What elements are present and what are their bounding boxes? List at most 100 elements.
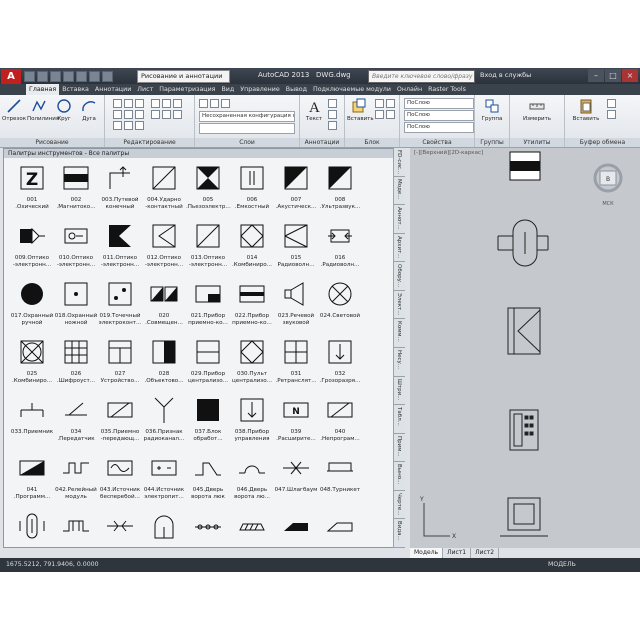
create-block-icon[interactable] bbox=[375, 99, 384, 108]
palette-tool[interactable]: 044.Источник электропит... bbox=[142, 453, 186, 520]
layer-off-icon[interactable] bbox=[210, 99, 219, 108]
palette-side-tab[interactable]: Штри... bbox=[394, 377, 405, 406]
palette-tool[interactable]: N 039 .Расширите... bbox=[274, 395, 318, 462]
break-icon[interactable] bbox=[162, 110, 171, 119]
save-icon[interactable] bbox=[50, 71, 61, 82]
ribbon-tab[interactable]: Raster Tools bbox=[425, 84, 469, 95]
palette-tool[interactable]: 022.Прибор приемно-ко... bbox=[230, 279, 274, 346]
palette-tool[interactable]: 011.Оптико -электронн... bbox=[98, 221, 142, 288]
scale-icon[interactable] bbox=[124, 121, 133, 130]
ribbon-tab[interactable]: Лист bbox=[134, 84, 156, 95]
lineweight-combo[interactable]: ПоСлою bbox=[404, 110, 474, 121]
palette-tool[interactable]: 014 .Комбиниро... bbox=[230, 221, 274, 288]
palette-tool[interactable]: 015 Радиоволн... bbox=[274, 221, 318, 288]
rotate-icon[interactable] bbox=[124, 99, 133, 108]
palette-side-tab[interactable]: Аннот... bbox=[394, 205, 405, 234]
copy-clip-icon[interactable] bbox=[607, 110, 616, 119]
palette-tool[interactable]: 016 .Радиоволн... bbox=[318, 221, 362, 288]
palette-tool[interactable]: 025 .Комбиниро... bbox=[10, 337, 54, 404]
palette-tool[interactable]: 020 .Совмещен... bbox=[142, 279, 186, 346]
ribbon-tab[interactable]: Управление bbox=[237, 84, 283, 95]
palette-tool[interactable]: 027 Устройство... bbox=[98, 337, 142, 404]
palette-tool[interactable]: 042.Релейный модуль bbox=[54, 453, 98, 520]
layer-state-combo[interactable]: Несохраненная конфигурация сло bbox=[199, 111, 295, 122]
circle-tool[interactable]: Круг bbox=[52, 98, 76, 122]
workspace-dropdown[interactable]: Рисование и аннотации bbox=[137, 70, 230, 83]
palette-tool[interactable]: 028 .Объектово... bbox=[142, 337, 186, 404]
palette-side-tab[interactable]: Комм... bbox=[394, 319, 405, 348]
ribbon-tab[interactable]: Онлайн bbox=[394, 84, 425, 95]
block-attribute-icon[interactable] bbox=[375, 110, 384, 119]
model-space-toggle[interactable]: МОДЕЛЬ bbox=[548, 558, 576, 572]
palette-tool[interactable]: 036.Признак радиоканал... bbox=[142, 395, 186, 462]
ribbon-tab[interactable]: Вид bbox=[218, 84, 237, 95]
layout-tab[interactable]: Лист1 bbox=[443, 548, 472, 558]
paste-tool[interactable]: Вставить bbox=[571, 98, 601, 122]
palette-side-tab[interactable]: Обору... bbox=[394, 262, 405, 291]
ribbon-tab[interactable]: Вывод bbox=[283, 84, 310, 95]
palette-side-tab[interactable]: Моде... bbox=[394, 177, 405, 206]
move-icon[interactable] bbox=[113, 99, 122, 108]
palette-tool[interactable]: 029.Прибор централизо... bbox=[186, 337, 230, 404]
palette-side-tab[interactable]: FD-сис... bbox=[394, 148, 405, 177]
new-icon[interactable] bbox=[24, 71, 35, 82]
chamfer-icon[interactable] bbox=[173, 110, 182, 119]
ribbon-tab[interactable]: Параметризация bbox=[156, 84, 218, 95]
wcs-label[interactable]: МСК bbox=[602, 201, 614, 207]
palette-tool[interactable]: 033.Приемник bbox=[10, 395, 54, 462]
group-tool[interactable]: Группа bbox=[480, 98, 504, 122]
palette-tool[interactable]: 009.Оптико -электронн... bbox=[10, 221, 54, 288]
palette-tool[interactable]: 048.Турникет bbox=[318, 453, 362, 520]
palette-side-tab[interactable]: Архит... bbox=[394, 234, 405, 263]
palette-tool[interactable]: 040 .Непрограм... bbox=[318, 395, 362, 462]
palette-side-tab[interactable]: Несу... bbox=[394, 348, 405, 377]
palette-side-tab[interactable]: Черте... bbox=[394, 491, 405, 520]
explode-icon[interactable] bbox=[162, 99, 171, 108]
search-input[interactable]: Введите ключевое слово/фразу bbox=[368, 70, 475, 83]
palette-tool[interactable]: 003.Путевой конечный bbox=[98, 163, 142, 230]
ribbon-tab[interactable]: Аннотации bbox=[92, 84, 134, 95]
leader-icon[interactable] bbox=[328, 110, 337, 119]
palette-tool[interactable]: 007 .Акустическ... bbox=[274, 163, 318, 230]
minimize-button[interactable]: – bbox=[588, 69, 604, 82]
close-button[interactable]: × bbox=[622, 69, 638, 82]
palette-tool[interactable]: 008 .Ультразвук... bbox=[318, 163, 362, 230]
dimension-icon[interactable] bbox=[328, 99, 337, 108]
redo-icon[interactable] bbox=[102, 71, 113, 82]
table-icon[interactable] bbox=[328, 121, 337, 130]
palette-tool[interactable]: 026 .Шифроуст... bbox=[54, 337, 98, 404]
ribbon-tab[interactable]: Главная bbox=[26, 84, 60, 95]
copy-icon[interactable] bbox=[113, 110, 122, 119]
palette-tool[interactable]: 004.Ударно -контактный bbox=[142, 163, 186, 230]
palette-tool[interactable]: 005 .Пьезоэлектр... bbox=[186, 163, 231, 230]
mirror-icon[interactable] bbox=[124, 110, 133, 119]
palette-tool[interactable]: 045.Дверь ворота люк bbox=[186, 453, 230, 520]
plot-icon[interactable] bbox=[76, 71, 87, 82]
open-icon[interactable] bbox=[37, 71, 48, 82]
palette-tool[interactable]: 038.Прибор управления bbox=[230, 395, 274, 462]
cut-icon[interactable] bbox=[607, 99, 616, 108]
palette-tool[interactable]: 013.Оптико -электронн... bbox=[186, 221, 230, 288]
palette-tool[interactable]: Z 001 .Охический bbox=[10, 163, 54, 230]
palette-tool[interactable]: 041 .Программ... bbox=[10, 453, 54, 520]
viewcube[interactable]: В МСК bbox=[593, 163, 623, 207]
palette-side-tab[interactable]: Элект... bbox=[394, 291, 405, 320]
array-icon[interactable] bbox=[135, 121, 144, 130]
palette-tool[interactable]: 032 .Грозоразря... bbox=[318, 337, 362, 404]
palette-tool[interactable]: 035.Приемно -передающ... bbox=[98, 395, 142, 462]
measure-tool[interactable]: Измерить bbox=[522, 98, 552, 122]
palette-tool[interactable]: 031 .Ретранслят... bbox=[274, 337, 318, 404]
palette-side-tab[interactable]: Табл... bbox=[394, 405, 405, 434]
palette-tool[interactable]: 021.Прибор приемно-ко... bbox=[186, 279, 230, 346]
palette-tool[interactable]: 018.Охранный ножной bbox=[54, 279, 98, 346]
text-tool[interactable]: A Текст bbox=[302, 98, 326, 122]
color-combo[interactable]: ПоСлою bbox=[404, 98, 474, 109]
palette-tool[interactable]: 002 .Магнитоко... bbox=[54, 163, 98, 230]
save-as-icon[interactable] bbox=[63, 71, 74, 82]
palette-tool[interactable]: 019.Точечный электроконт... bbox=[98, 279, 142, 346]
layout-tab[interactable]: Лист2 bbox=[471, 548, 500, 558]
offset-icon[interactable] bbox=[173, 99, 182, 108]
palette-tool[interactable]: 043.Источник бесперебой... bbox=[98, 453, 142, 520]
signin-link[interactable]: Вход в службы bbox=[480, 71, 531, 79]
polyline-tool[interactable]: Полилиния bbox=[27, 98, 59, 122]
